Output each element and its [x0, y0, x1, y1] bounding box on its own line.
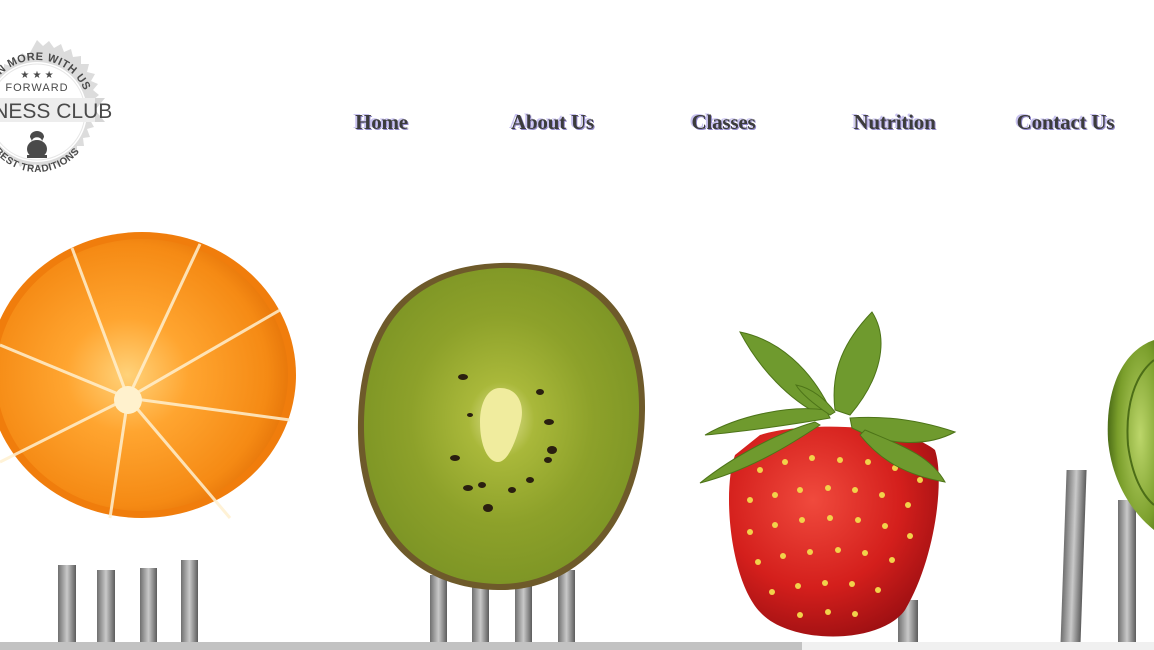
brussels-sprout-fork-group [1060, 340, 1154, 642]
page: JOIN MORE WITH US FORWARD FITNESS CLUB B… [0, 0, 1154, 650]
logo-name-text: FITNESS CLUB [0, 100, 112, 123]
nav-nutrition-link[interactable]: Nutrition [809, 104, 980, 140]
nav-home-link[interactable]: Home [296, 104, 467, 140]
nav-classes-link[interactable]: Classes [638, 104, 809, 140]
nav-contact-us-link[interactable]: Contact Us [980, 104, 1151, 140]
strawberry-fork-group [699, 311, 957, 642]
logo-badge: JOIN MORE WITH US BEST TRADITIONS ★ ★ ★ … [0, 40, 112, 175]
nav-about-us-link[interactable]: About Us [467, 104, 638, 140]
hero-fruit-image [0, 200, 1154, 642]
horizontal-scrollbar[interactable] [0, 642, 1154, 650]
fitness-club-logo[interactable]: JOIN MORE WITH US FORWARD FITNESS CLUB B… [0, 38, 133, 186]
kiwi-fork-group [357, 262, 646, 642]
main-navigation: Home About Us Classes Nutrition Contact … [296, 104, 1154, 140]
logo-stars-icon: ★ ★ ★ [20, 70, 53, 81]
scrollbar-thumb[interactable] [0, 642, 802, 650]
orange-fork-group [0, 232, 296, 642]
logo-tagline-text: FORWARD [5, 82, 68, 94]
brussels-sprout [1107, 340, 1154, 530]
